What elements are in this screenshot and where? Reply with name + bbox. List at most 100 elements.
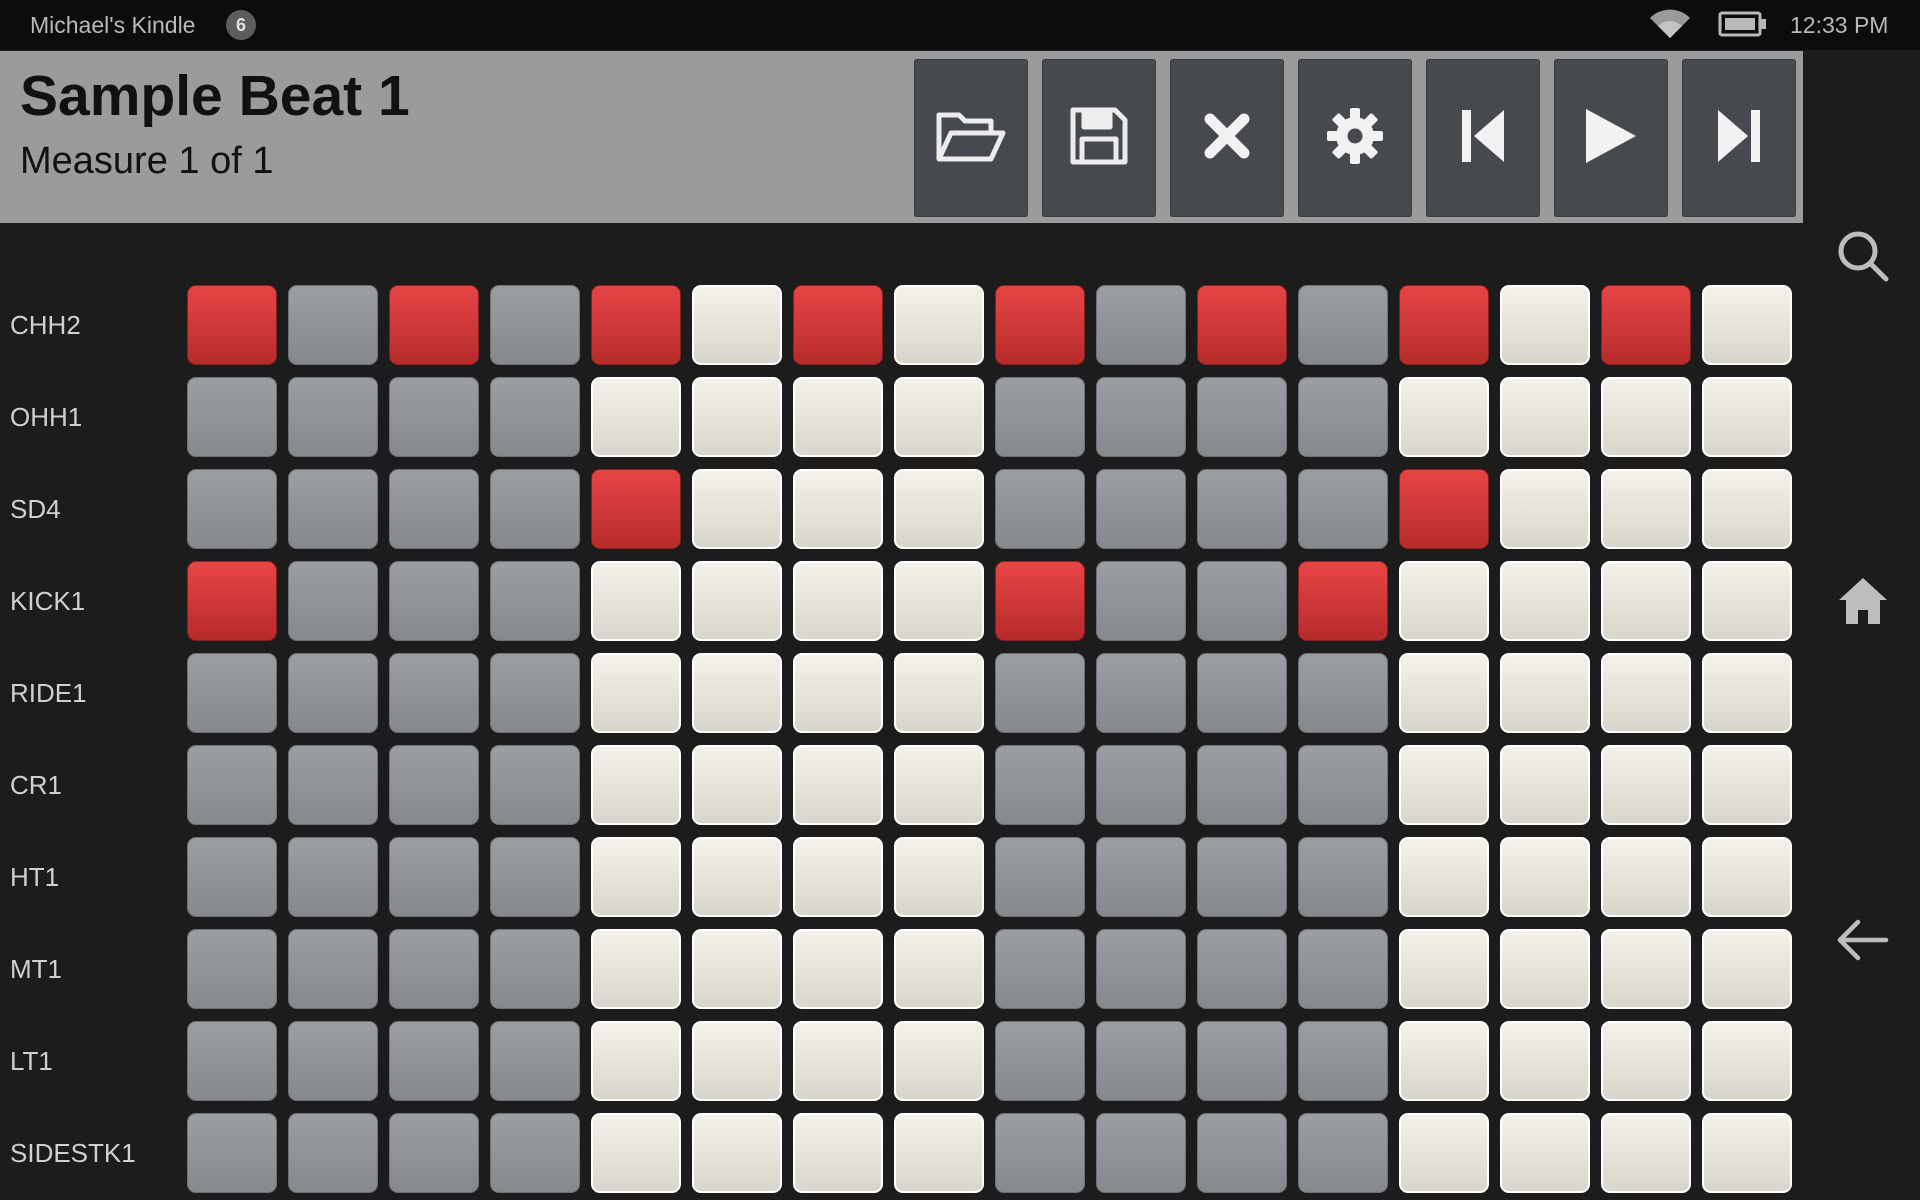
step-pad[interactable] bbox=[1298, 1113, 1388, 1193]
step-pad[interactable] bbox=[389, 837, 479, 917]
skip-forward-button[interactable] bbox=[1682, 59, 1796, 217]
step-pad[interactable] bbox=[995, 745, 1085, 825]
step-pad[interactable] bbox=[793, 745, 883, 825]
step-pad[interactable] bbox=[1197, 377, 1287, 457]
step-pad[interactable] bbox=[1399, 377, 1489, 457]
step-pad[interactable] bbox=[1702, 837, 1792, 917]
step-pad[interactable] bbox=[490, 929, 580, 1009]
step-pad[interactable] bbox=[793, 929, 883, 1009]
back-button[interactable] bbox=[1833, 912, 1893, 972]
step-pad[interactable] bbox=[1096, 653, 1186, 733]
step-pad[interactable] bbox=[894, 561, 984, 641]
step-pad[interactable] bbox=[1500, 469, 1590, 549]
step-pad[interactable] bbox=[1399, 929, 1489, 1009]
step-pad[interactable] bbox=[288, 1021, 378, 1101]
step-pad[interactable] bbox=[793, 377, 883, 457]
step-pad[interactable] bbox=[1298, 745, 1388, 825]
step-pad[interactable] bbox=[793, 653, 883, 733]
step-pad[interactable] bbox=[1702, 1113, 1792, 1193]
settings-button[interactable] bbox=[1298, 59, 1412, 217]
step-pad[interactable] bbox=[1601, 745, 1691, 825]
step-pad[interactable] bbox=[288, 561, 378, 641]
step-pad[interactable] bbox=[288, 929, 378, 1009]
step-pad[interactable] bbox=[1601, 837, 1691, 917]
step-pad-active[interactable] bbox=[995, 561, 1085, 641]
step-pad[interactable] bbox=[1399, 1021, 1489, 1101]
step-pad[interactable] bbox=[692, 1021, 782, 1101]
step-pad[interactable] bbox=[1702, 653, 1792, 733]
step-pad[interactable] bbox=[1096, 561, 1186, 641]
step-pad[interactable] bbox=[1399, 1113, 1489, 1193]
step-pad[interactable] bbox=[692, 745, 782, 825]
step-pad[interactable] bbox=[692, 1113, 782, 1193]
step-pad[interactable] bbox=[1601, 561, 1691, 641]
skip-back-button[interactable] bbox=[1426, 59, 1540, 217]
step-pad[interactable] bbox=[1601, 653, 1691, 733]
step-pad[interactable] bbox=[692, 469, 782, 549]
step-pad[interactable] bbox=[490, 469, 580, 549]
step-pad[interactable] bbox=[1702, 929, 1792, 1009]
step-pad[interactable] bbox=[591, 1113, 681, 1193]
step-pad[interactable] bbox=[1096, 929, 1186, 1009]
step-pad[interactable] bbox=[692, 929, 782, 1009]
step-pad-active[interactable] bbox=[1197, 285, 1287, 365]
step-pad[interactable] bbox=[1298, 1021, 1388, 1101]
step-pad[interactable] bbox=[187, 837, 277, 917]
step-pad[interactable] bbox=[1702, 285, 1792, 365]
step-pad[interactable] bbox=[591, 745, 681, 825]
step-pad[interactable] bbox=[894, 929, 984, 1009]
step-pad[interactable] bbox=[1298, 837, 1388, 917]
step-pad[interactable] bbox=[389, 1021, 479, 1101]
step-pad[interactable] bbox=[1601, 1113, 1691, 1193]
step-pad[interactable] bbox=[995, 469, 1085, 549]
step-pad[interactable] bbox=[995, 653, 1085, 733]
step-pad[interactable] bbox=[591, 837, 681, 917]
play-button[interactable] bbox=[1554, 59, 1668, 217]
step-pad[interactable] bbox=[187, 745, 277, 825]
search-button[interactable] bbox=[1833, 228, 1893, 288]
step-pad[interactable] bbox=[591, 377, 681, 457]
step-pad[interactable] bbox=[1298, 929, 1388, 1009]
step-pad-active[interactable] bbox=[1298, 561, 1388, 641]
step-pad[interactable] bbox=[490, 285, 580, 365]
step-pad[interactable] bbox=[389, 561, 479, 641]
step-pad[interactable] bbox=[894, 653, 984, 733]
step-pad[interactable] bbox=[1298, 377, 1388, 457]
step-pad[interactable] bbox=[288, 837, 378, 917]
step-pad[interactable] bbox=[1096, 745, 1186, 825]
step-pad[interactable] bbox=[894, 1113, 984, 1193]
step-pad[interactable] bbox=[1197, 561, 1287, 641]
step-pad-active[interactable] bbox=[187, 285, 277, 365]
step-pad[interactable] bbox=[1096, 377, 1186, 457]
step-pad[interactable] bbox=[288, 377, 378, 457]
step-pad[interactable] bbox=[1702, 377, 1792, 457]
clear-button[interactable] bbox=[1170, 59, 1284, 217]
save-button[interactable] bbox=[1042, 59, 1156, 217]
step-pad[interactable] bbox=[1399, 561, 1489, 641]
step-pad[interactable] bbox=[1197, 653, 1287, 733]
step-pad[interactable] bbox=[1399, 837, 1489, 917]
step-pad[interactable] bbox=[894, 745, 984, 825]
step-pad[interactable] bbox=[1601, 377, 1691, 457]
step-pad[interactable] bbox=[1298, 285, 1388, 365]
step-pad[interactable] bbox=[288, 653, 378, 733]
step-pad[interactable] bbox=[187, 1113, 277, 1193]
step-pad[interactable] bbox=[288, 469, 378, 549]
step-pad[interactable] bbox=[288, 285, 378, 365]
step-pad[interactable] bbox=[1500, 285, 1590, 365]
step-pad[interactable] bbox=[692, 653, 782, 733]
step-pad[interactable] bbox=[995, 837, 1085, 917]
step-pad[interactable] bbox=[1197, 929, 1287, 1009]
step-pad[interactable] bbox=[490, 653, 580, 733]
step-pad-active[interactable] bbox=[389, 285, 479, 365]
step-pad[interactable] bbox=[1197, 745, 1287, 825]
step-pad[interactable] bbox=[1096, 837, 1186, 917]
step-pad[interactable] bbox=[1298, 653, 1388, 733]
step-pad[interactable] bbox=[894, 837, 984, 917]
step-pad[interactable] bbox=[995, 929, 1085, 1009]
step-pad[interactable] bbox=[1500, 1113, 1590, 1193]
step-pad-active[interactable] bbox=[1399, 469, 1489, 549]
step-pad[interactable] bbox=[1399, 745, 1489, 825]
step-pad[interactable] bbox=[389, 469, 479, 549]
step-pad[interactable] bbox=[793, 469, 883, 549]
